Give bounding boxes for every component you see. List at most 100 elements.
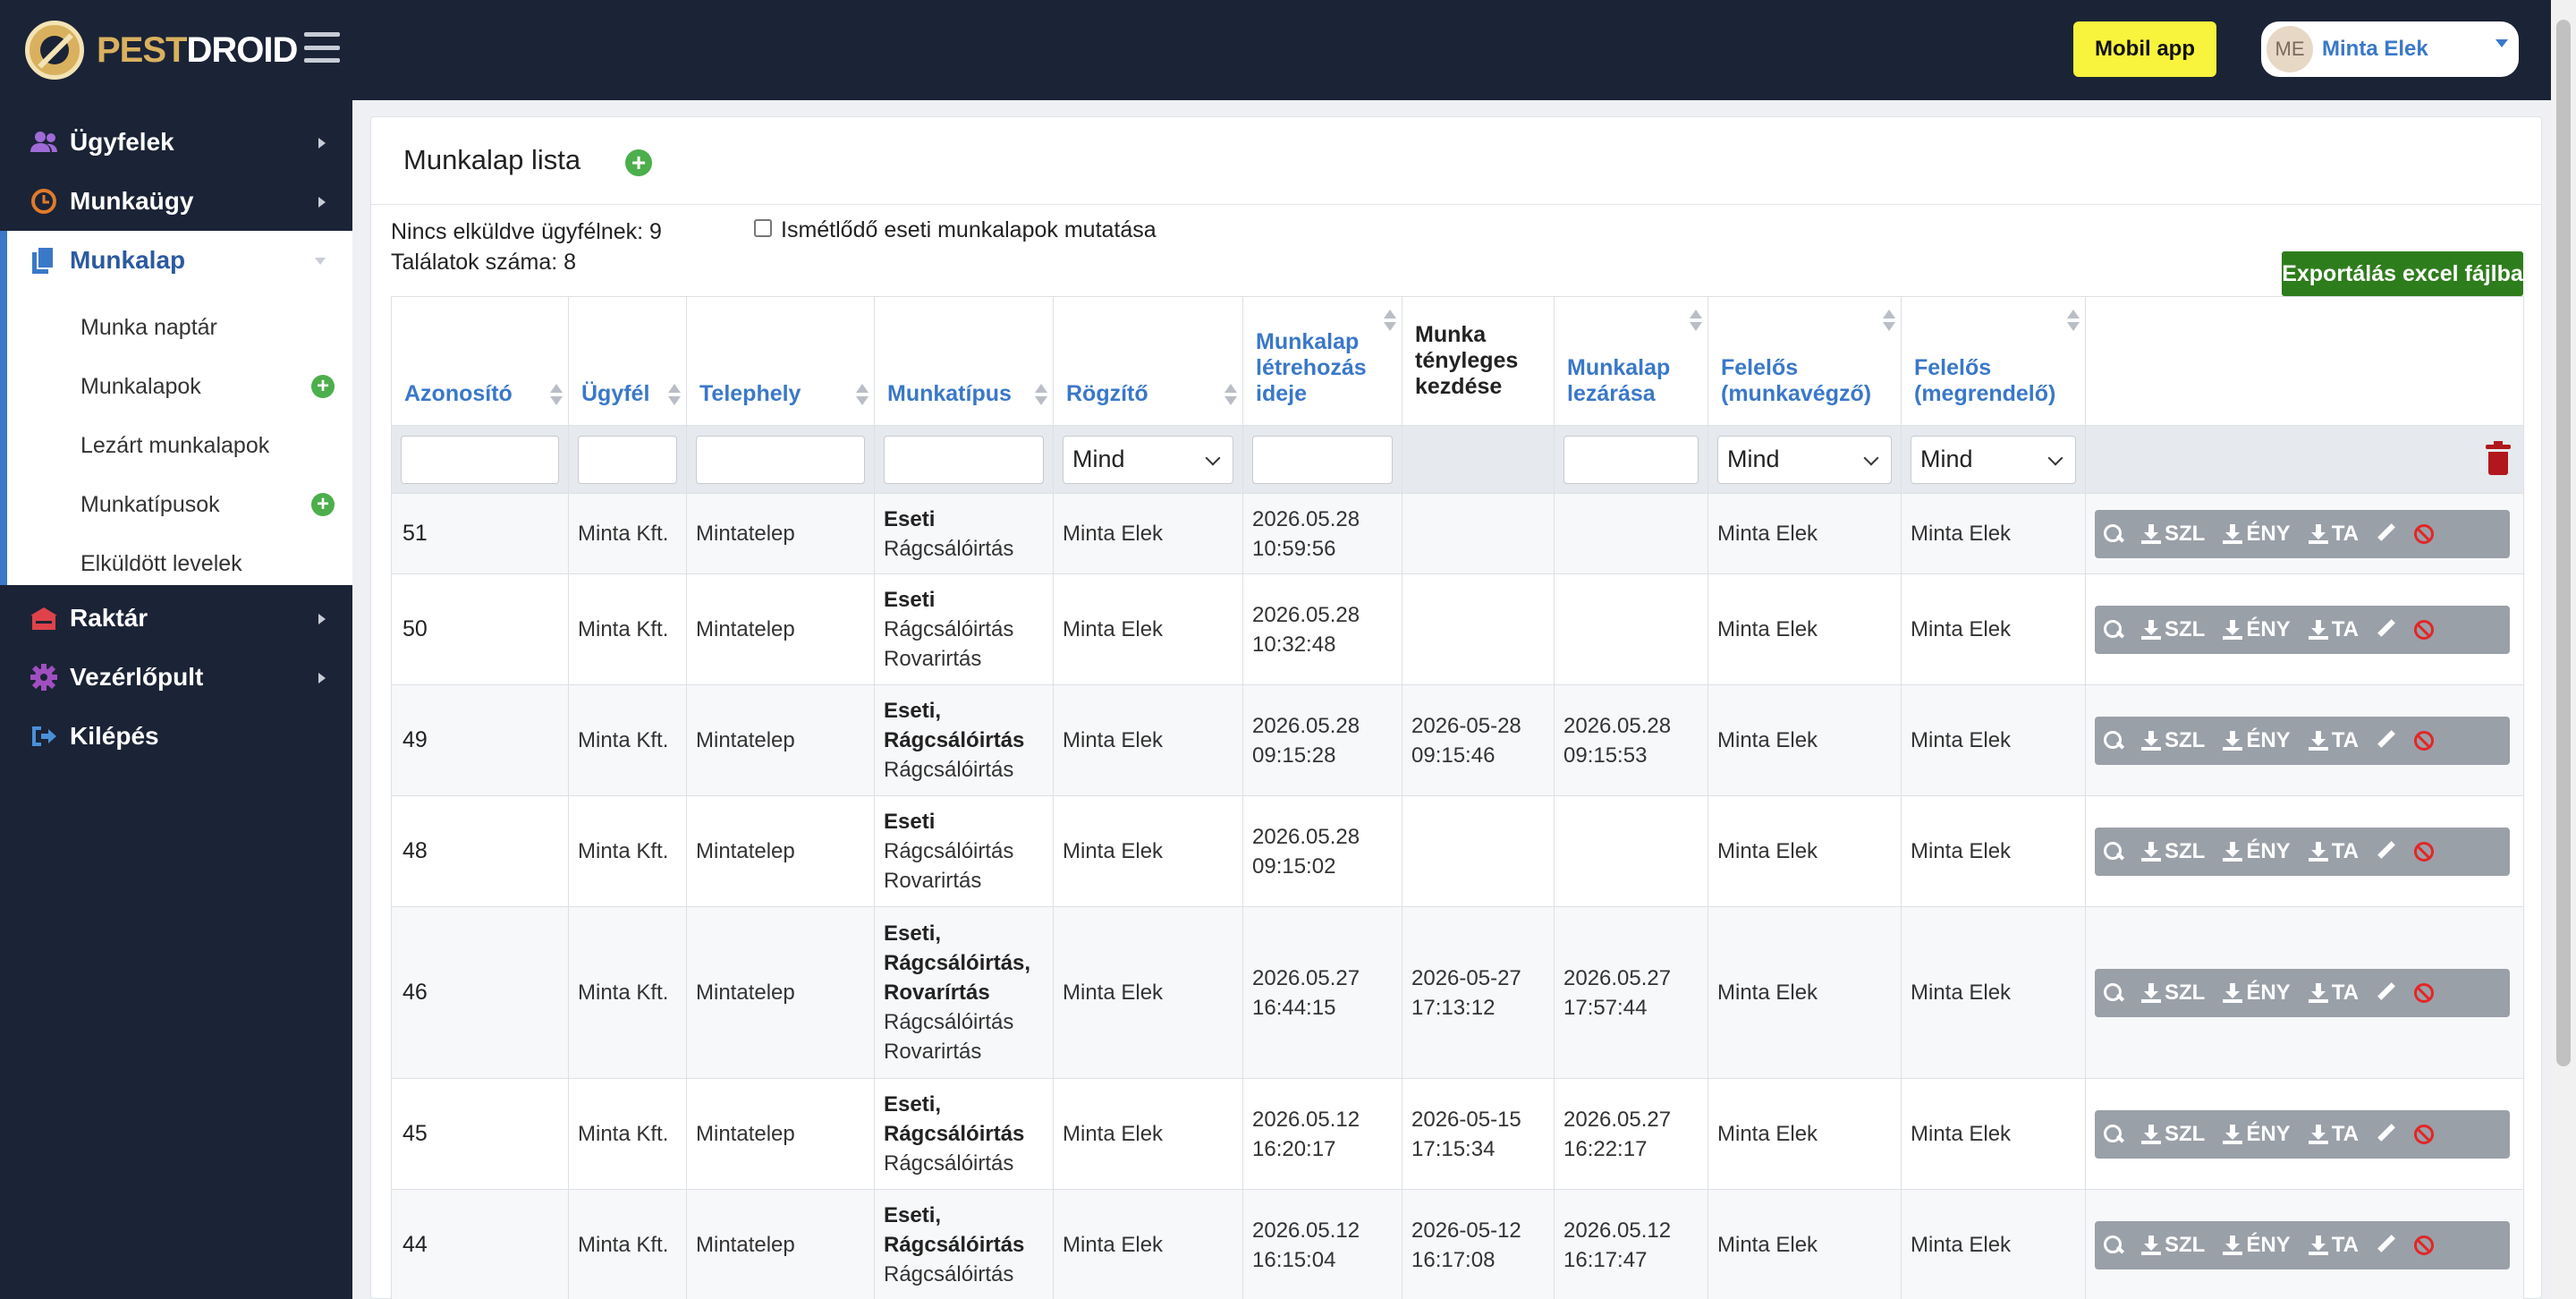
edit-button[interactable] <box>2368 606 2405 654</box>
download-szl-button[interactable]: SZL <box>2132 717 2214 765</box>
chevron-right-icon <box>318 673 326 683</box>
download-ta-button[interactable]: TA <box>2300 510 2368 558</box>
export-excel-button[interactable]: Exportálás excel fájlba <box>2282 251 2523 296</box>
download-ta-button[interactable]: TA <box>2300 1221 2368 1269</box>
sidebar-item-raktar[interactable]: Raktár <box>0 589 352 648</box>
add-worksheet-icon[interactable]: + <box>625 149 652 176</box>
submenu-item-munkalapok[interactable]: Munkalapok <box>80 369 201 404</box>
hamburger-menu-icon[interactable] <box>304 32 340 63</box>
repeat-checkbox[interactable] <box>754 219 772 237</box>
cell-worktype: Eseti Rágcsálóirtás Rovarirtás <box>874 795 1054 907</box>
submenu-item-munkatipusok[interactable]: Munkatípusok <box>80 487 220 522</box>
col-header-id[interactable]: Azonosító <box>391 296 569 426</box>
col-header-resp-worker[interactable]: Felelős (munkavégző) <box>1707 296 1902 426</box>
delete-button[interactable] <box>2405 1110 2443 1159</box>
table-row[interactable]: 48 Minta Kft. Mintatelep Eseti Rágcsálóir… <box>391 795 2524 907</box>
table-row[interactable]: 50 Minta Kft. Mintatelep Eseti Rágcsálóir… <box>391 573 2524 685</box>
download-szl-button[interactable]: SZL <box>2132 1221 2214 1269</box>
filter-created-input[interactable] <box>1252 435 1393 484</box>
pestdroid-logo[interactable]: PESTDROID <box>25 20 298 81</box>
download-eny-button[interactable]: ÉNY <box>2214 1110 2299 1159</box>
table-row[interactable]: 51 Minta Kft. Mintatelep Eseti Rágcsálóir… <box>391 493 2524 574</box>
filter-client-input[interactable] <box>578 435 677 484</box>
download-eny-button[interactable]: ÉNY <box>2214 717 2299 765</box>
delete-button[interactable] <box>2405 1221 2443 1269</box>
submenu-item-lezart-munkalapok[interactable]: Lezárt munkalapok <box>80 428 269 463</box>
cell-client: Minta Kft. <box>568 684 687 796</box>
logo-text: PESTDROID <box>97 30 298 70</box>
table-row[interactable]: 46 Minta Kft. Mintatelep Eseti, Rágcsáló… <box>391 906 2524 1079</box>
download-szl-button[interactable]: SZL <box>2132 828 2214 876</box>
download-szl-button[interactable]: SZL <box>2132 606 2214 654</box>
download-eny-button[interactable]: ÉNY <box>2214 510 2299 558</box>
edit-button[interactable] <box>2368 969 2405 1017</box>
sort-icon <box>1690 310 1702 331</box>
delete-button[interactable] <box>2405 510 2443 558</box>
col-header-recorder[interactable]: Rögzítő <box>1053 296 1243 426</box>
trash-icon[interactable] <box>2486 440 2511 475</box>
delete-button[interactable] <box>2405 606 2443 654</box>
edit-button[interactable] <box>2368 1221 2405 1269</box>
sidebar-item-kilepes[interactable]: Kilépés <box>0 707 352 766</box>
download-eny-button[interactable]: ÉNY <box>2214 606 2299 654</box>
submenu-item-elkuldott-levelek[interactable]: Elküldött levelek <box>80 546 242 582</box>
sidebar-item-vezerlopult[interactable]: Vezérlőpult <box>0 648 352 707</box>
view-button[interactable] <box>2095 969 2132 1017</box>
col-header-worktype[interactable]: Munkatípus <box>874 296 1054 426</box>
download-ta-button[interactable]: TA <box>2300 606 2368 654</box>
table-row[interactable]: 49 Minta Kft. Mintatelep Eseti, Rágcsáló… <box>391 684 2524 796</box>
cell-resp-orderer: Minta Elek <box>1901 573 2086 685</box>
download-szl-button[interactable]: SZL <box>2132 510 2214 558</box>
view-button[interactable] <box>2095 1221 2132 1269</box>
filter-site-input[interactable] <box>696 435 865 484</box>
scrollbar-thumb[interactable] <box>2556 20 2571 1066</box>
page-scrollbar[interactable] <box>2551 0 2576 1299</box>
view-button[interactable] <box>2095 1110 2132 1159</box>
download-eny-button[interactable]: ÉNY <box>2214 1221 2299 1269</box>
filter-recorder-select[interactable]: Mind <box>1063 435 1233 484</box>
download-eny-button[interactable]: ÉNY <box>2214 828 2299 876</box>
col-header-client[interactable]: Ügyfél <box>568 296 687 426</box>
table-row[interactable]: 45 Minta Kft. Mintatelep Eseti, Rágcsáló… <box>391 1078 2524 1190</box>
edit-button[interactable] <box>2368 717 2405 765</box>
download-eny-button[interactable]: ÉNY <box>2214 969 2299 1017</box>
edit-button[interactable] <box>2368 510 2405 558</box>
submenu-item-munka-naptar[interactable]: Munka naptár <box>80 310 217 345</box>
download-szl-button[interactable]: SZL <box>2132 1110 2214 1159</box>
filter-resp-worker-select[interactable]: Mind <box>1717 435 1892 484</box>
view-button[interactable] <box>2095 717 2132 765</box>
repeat-checkbox-label[interactable]: Ismétlődő eseti munkalapok mutatása <box>781 217 1157 243</box>
sidebar-item-munkalap[interactable]: Munkalap <box>0 231 352 290</box>
view-button[interactable] <box>2095 606 2132 654</box>
user-menu[interactable]: ME Minta Elek <box>2261 21 2519 77</box>
col-header-site[interactable]: Telephely <box>686 296 875 426</box>
download-szl-button[interactable]: SZL <box>2132 969 2214 1017</box>
add-munkalap-icon[interactable]: + <box>311 375 335 398</box>
view-button[interactable] <box>2095 828 2132 876</box>
add-munkatipus-icon[interactable]: + <box>311 493 335 516</box>
filter-closed-input[interactable] <box>1563 435 1699 484</box>
worktype-line: Rágcsálóirtás <box>884 1010 1014 1034</box>
table-row[interactable]: 44 Minta Kft. Mintatelep Eseti, Rágcsáló… <box>391 1189 2524 1299</box>
delete-button[interactable] <box>2405 717 2443 765</box>
download-ta-button[interactable]: TA <box>2300 717 2368 765</box>
sidebar-item-munkaugy[interactable]: Munkaügy <box>0 172 352 231</box>
download-ta-button[interactable]: TA <box>2300 828 2368 876</box>
filter-resp-orderer-select[interactable]: Mind <box>1911 435 2076 484</box>
col-header-created[interactable]: Munkalap létrehozás ideje <box>1242 296 1402 426</box>
view-button[interactable] <box>2095 510 2132 558</box>
edit-button[interactable] <box>2368 828 2405 876</box>
col-header-resp-orderer[interactable]: Felelős (megrendelő) <box>1901 296 2086 426</box>
filter-worktype-input[interactable] <box>884 435 1044 484</box>
col-header-closed[interactable]: Munkalap lezárása <box>1554 296 1708 426</box>
filter-id-input[interactable] <box>401 435 559 484</box>
download-icon <box>2308 841 2328 862</box>
download-ta-button[interactable]: TA <box>2300 969 2368 1017</box>
delete-button[interactable] <box>2405 828 2443 876</box>
edit-button[interactable] <box>2368 1110 2405 1159</box>
download-icon <box>2223 982 2243 1003</box>
mobile-app-button[interactable]: Mobil app <box>2073 21 2216 77</box>
sidebar-item-ugyfelek[interactable]: Ügyfelek <box>0 113 352 172</box>
download-ta-button[interactable]: TA <box>2300 1110 2368 1159</box>
delete-button[interactable] <box>2405 969 2443 1017</box>
